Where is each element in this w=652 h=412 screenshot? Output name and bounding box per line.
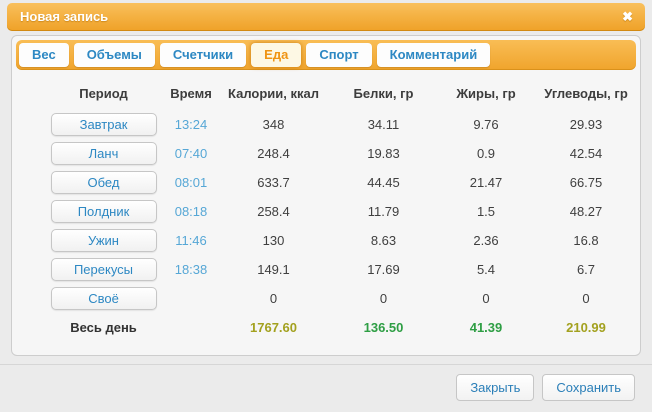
carbs-value: 29.93: [569, 117, 603, 132]
proteins-value: 34.11: [367, 117, 400, 132]
time-value[interactable]: 08:18: [161, 204, 221, 219]
calories-value: 0: [269, 291, 278, 306]
fats-value: 0: [482, 291, 490, 306]
period-button-zavtrak[interactable]: Завтрак: [50, 113, 157, 136]
calories-value: 248.4: [257, 146, 290, 161]
tab-obyomy[interactable]: Объемы: [73, 43, 155, 67]
carbs-value: 42.54: [569, 146, 603, 161]
column-header-carbs: Углеводы, гр: [544, 85, 628, 101]
food-table: Период Время Калории, ккал Белки, гр Жир…: [46, 83, 636, 342]
tab-sport[interactable]: Спорт: [306, 43, 372, 67]
calories-value: 130: [262, 233, 285, 248]
column-header-fats: Жиры, гр: [456, 85, 516, 101]
proteins-value: 11.79: [367, 204, 400, 219]
tab-panel: Вес Объемы Счетчики Еда Спорт Комментари…: [11, 35, 641, 356]
proteins-value: 44.45: [367, 175, 400, 190]
close-button[interactable]: Закрыть: [456, 374, 535, 401]
time-value[interactable]: 07:40: [161, 146, 221, 161]
period-button-lanch[interactable]: Ланч: [50, 142, 157, 165]
total-calories: 1767.60: [250, 320, 297, 335]
tab-eda[interactable]: Еда: [251, 43, 302, 67]
carbs-value: 66.75: [569, 175, 603, 190]
fats-value: 9.76: [473, 117, 499, 132]
table-row: Своё 0 0 0 0: [46, 284, 636, 313]
table-row: Обед 08:01 633.7 44.45 21.47 66.75: [46, 168, 636, 197]
total-fats: 41.39: [469, 320, 503, 335]
column-header-calories: Калории, ккал: [228, 85, 319, 101]
table-row: Перекусы 18:38 149.1 17.69 5.4 6.7: [46, 255, 636, 284]
calories-value: 348: [262, 117, 285, 132]
totals-label: Весь день: [70, 320, 137, 335]
period-button-uzhin[interactable]: Ужин: [50, 229, 157, 252]
column-header-proteins: Белки, гр: [353, 85, 414, 101]
calories-value: 149.1: [257, 262, 290, 277]
save-button[interactable]: Сохранить: [542, 374, 635, 401]
proteins-value: 19.83: [367, 146, 400, 161]
tab-kommentariy[interactable]: Комментарий: [376, 43, 491, 67]
table-row: Завтрак 13:24 348 34.11 9.76 29.93: [46, 110, 636, 139]
total-carbs: 210.99: [566, 320, 606, 335]
tab-ves[interactable]: Вес: [19, 43, 69, 67]
proteins-value: 17.69: [367, 262, 400, 277]
time-value[interactable]: 08:01: [161, 175, 221, 190]
carbs-value: 0: [582, 291, 590, 306]
fats-value: 5.4: [476, 262, 496, 277]
table-row: Ужин 11:46 130 8.63 2.36 16.8: [46, 226, 636, 255]
tab-schetchiki[interactable]: Счетчики: [159, 43, 247, 67]
fats-value: 21.47: [469, 175, 503, 190]
period-button-perekusy[interactable]: Перекусы: [50, 258, 157, 281]
table-row: Полдник 08:18 258.4 11.79 1.5 48.27: [46, 197, 636, 226]
footer: Закрыть Сохранить: [0, 365, 652, 401]
close-icon[interactable]: ✖: [622, 3, 633, 31]
column-header-period: Период: [79, 85, 128, 101]
page-title: Новая запись: [20, 9, 109, 24]
proteins-value: 0: [379, 291, 388, 306]
fats-value: 1.5: [476, 204, 496, 219]
total-proteins: 136.50: [363, 320, 404, 335]
period-button-poldnik[interactable]: Полдник: [50, 200, 157, 223]
fats-value: 2.36: [473, 233, 499, 248]
dialog-titlebar: Новая запись ✖: [7, 3, 645, 31]
time-value[interactable]: 18:38: [161, 262, 221, 277]
carbs-value: 6.7: [576, 262, 596, 277]
period-button-obed[interactable]: Обед: [50, 171, 157, 194]
fats-value: 0.9: [476, 146, 496, 161]
table-header-row: Период Время Калории, ккал Белки, гр Жир…: [46, 83, 636, 103]
calories-value: 633.7: [257, 175, 290, 190]
time-value[interactable]: 11:46: [161, 233, 221, 248]
column-header-time: Время: [170, 85, 212, 101]
table-row: Ланч 07:40 248.4 19.83 0.9 42.54: [46, 139, 636, 168]
calories-value: 258.4: [257, 204, 290, 219]
carbs-value: 48.27: [569, 204, 603, 219]
totals-row: Весь день 1767.60 136.50 41.39 210.99: [46, 313, 636, 342]
time-value[interactable]: 13:24: [161, 117, 221, 132]
period-button-svoyo[interactable]: Своё: [50, 287, 157, 310]
carbs-value: 16.8: [573, 233, 599, 248]
proteins-value: 8.63: [370, 233, 397, 248]
tab-bar: Вес Объемы Счетчики Еда Спорт Комментари…: [16, 40, 636, 70]
